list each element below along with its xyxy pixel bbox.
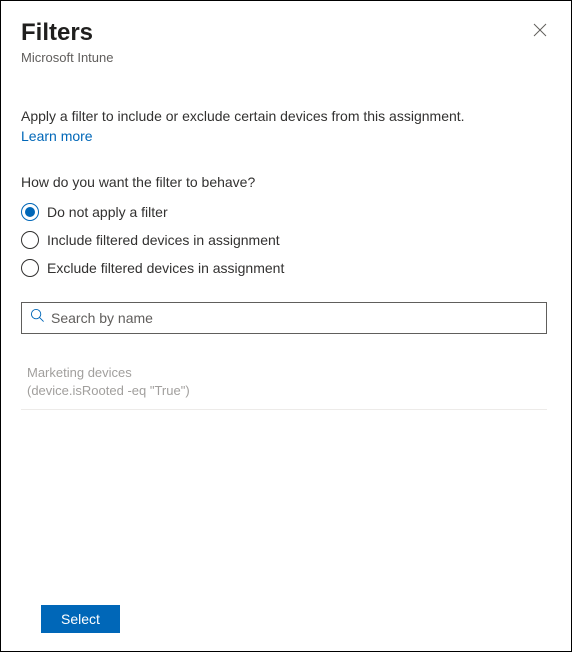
radio-option-do-not-apply[interactable]: Do not apply a filter bbox=[21, 198, 547, 226]
learn-more-link[interactable]: Learn more bbox=[21, 128, 551, 144]
radio-option-exclude[interactable]: Exclude filtered devices in assignment bbox=[21, 254, 547, 282]
search-icon bbox=[30, 308, 45, 328]
filter-list: Marketing devices (device.isRooted -eq "… bbox=[21, 356, 547, 410]
search-field[interactable] bbox=[21, 302, 547, 334]
scroll-area[interactable]: How do you want the filter to behave? Do… bbox=[21, 174, 551, 591]
panel-description: Apply a filter to include or exclude cer… bbox=[21, 107, 551, 127]
panel-header: Filters Microsoft Intune bbox=[21, 19, 551, 65]
panel-footer: Select bbox=[21, 591, 551, 651]
filter-rule: (device.isRooted -eq "True") bbox=[27, 382, 541, 400]
filters-panel: Filters Microsoft Intune Apply a filter … bbox=[1, 1, 571, 651]
radio-icon bbox=[21, 203, 39, 221]
close-button[interactable] bbox=[529, 19, 551, 44]
radio-icon bbox=[21, 231, 39, 249]
radio-option-include[interactable]: Include filtered devices in assignment bbox=[21, 226, 547, 254]
radio-dot-icon bbox=[25, 207, 35, 217]
filter-name: Marketing devices bbox=[27, 364, 541, 382]
search-input[interactable] bbox=[51, 310, 538, 326]
spacer bbox=[21, 410, 547, 591]
header-text: Filters Microsoft Intune bbox=[21, 19, 114, 65]
radio-label: Do not apply a filter bbox=[47, 204, 168, 220]
list-item[interactable]: Marketing devices (device.isRooted -eq "… bbox=[21, 356, 547, 410]
radio-label: Exclude filtered devices in assignment bbox=[47, 260, 284, 276]
behavior-question: How do you want the filter to behave? bbox=[21, 174, 547, 190]
close-icon bbox=[533, 23, 547, 40]
panel-subtitle: Microsoft Intune bbox=[21, 50, 114, 65]
select-button[interactable]: Select bbox=[41, 605, 120, 633]
radio-icon bbox=[21, 259, 39, 277]
panel-title: Filters bbox=[21, 19, 114, 48]
radio-label: Include filtered devices in assignment bbox=[47, 232, 280, 248]
